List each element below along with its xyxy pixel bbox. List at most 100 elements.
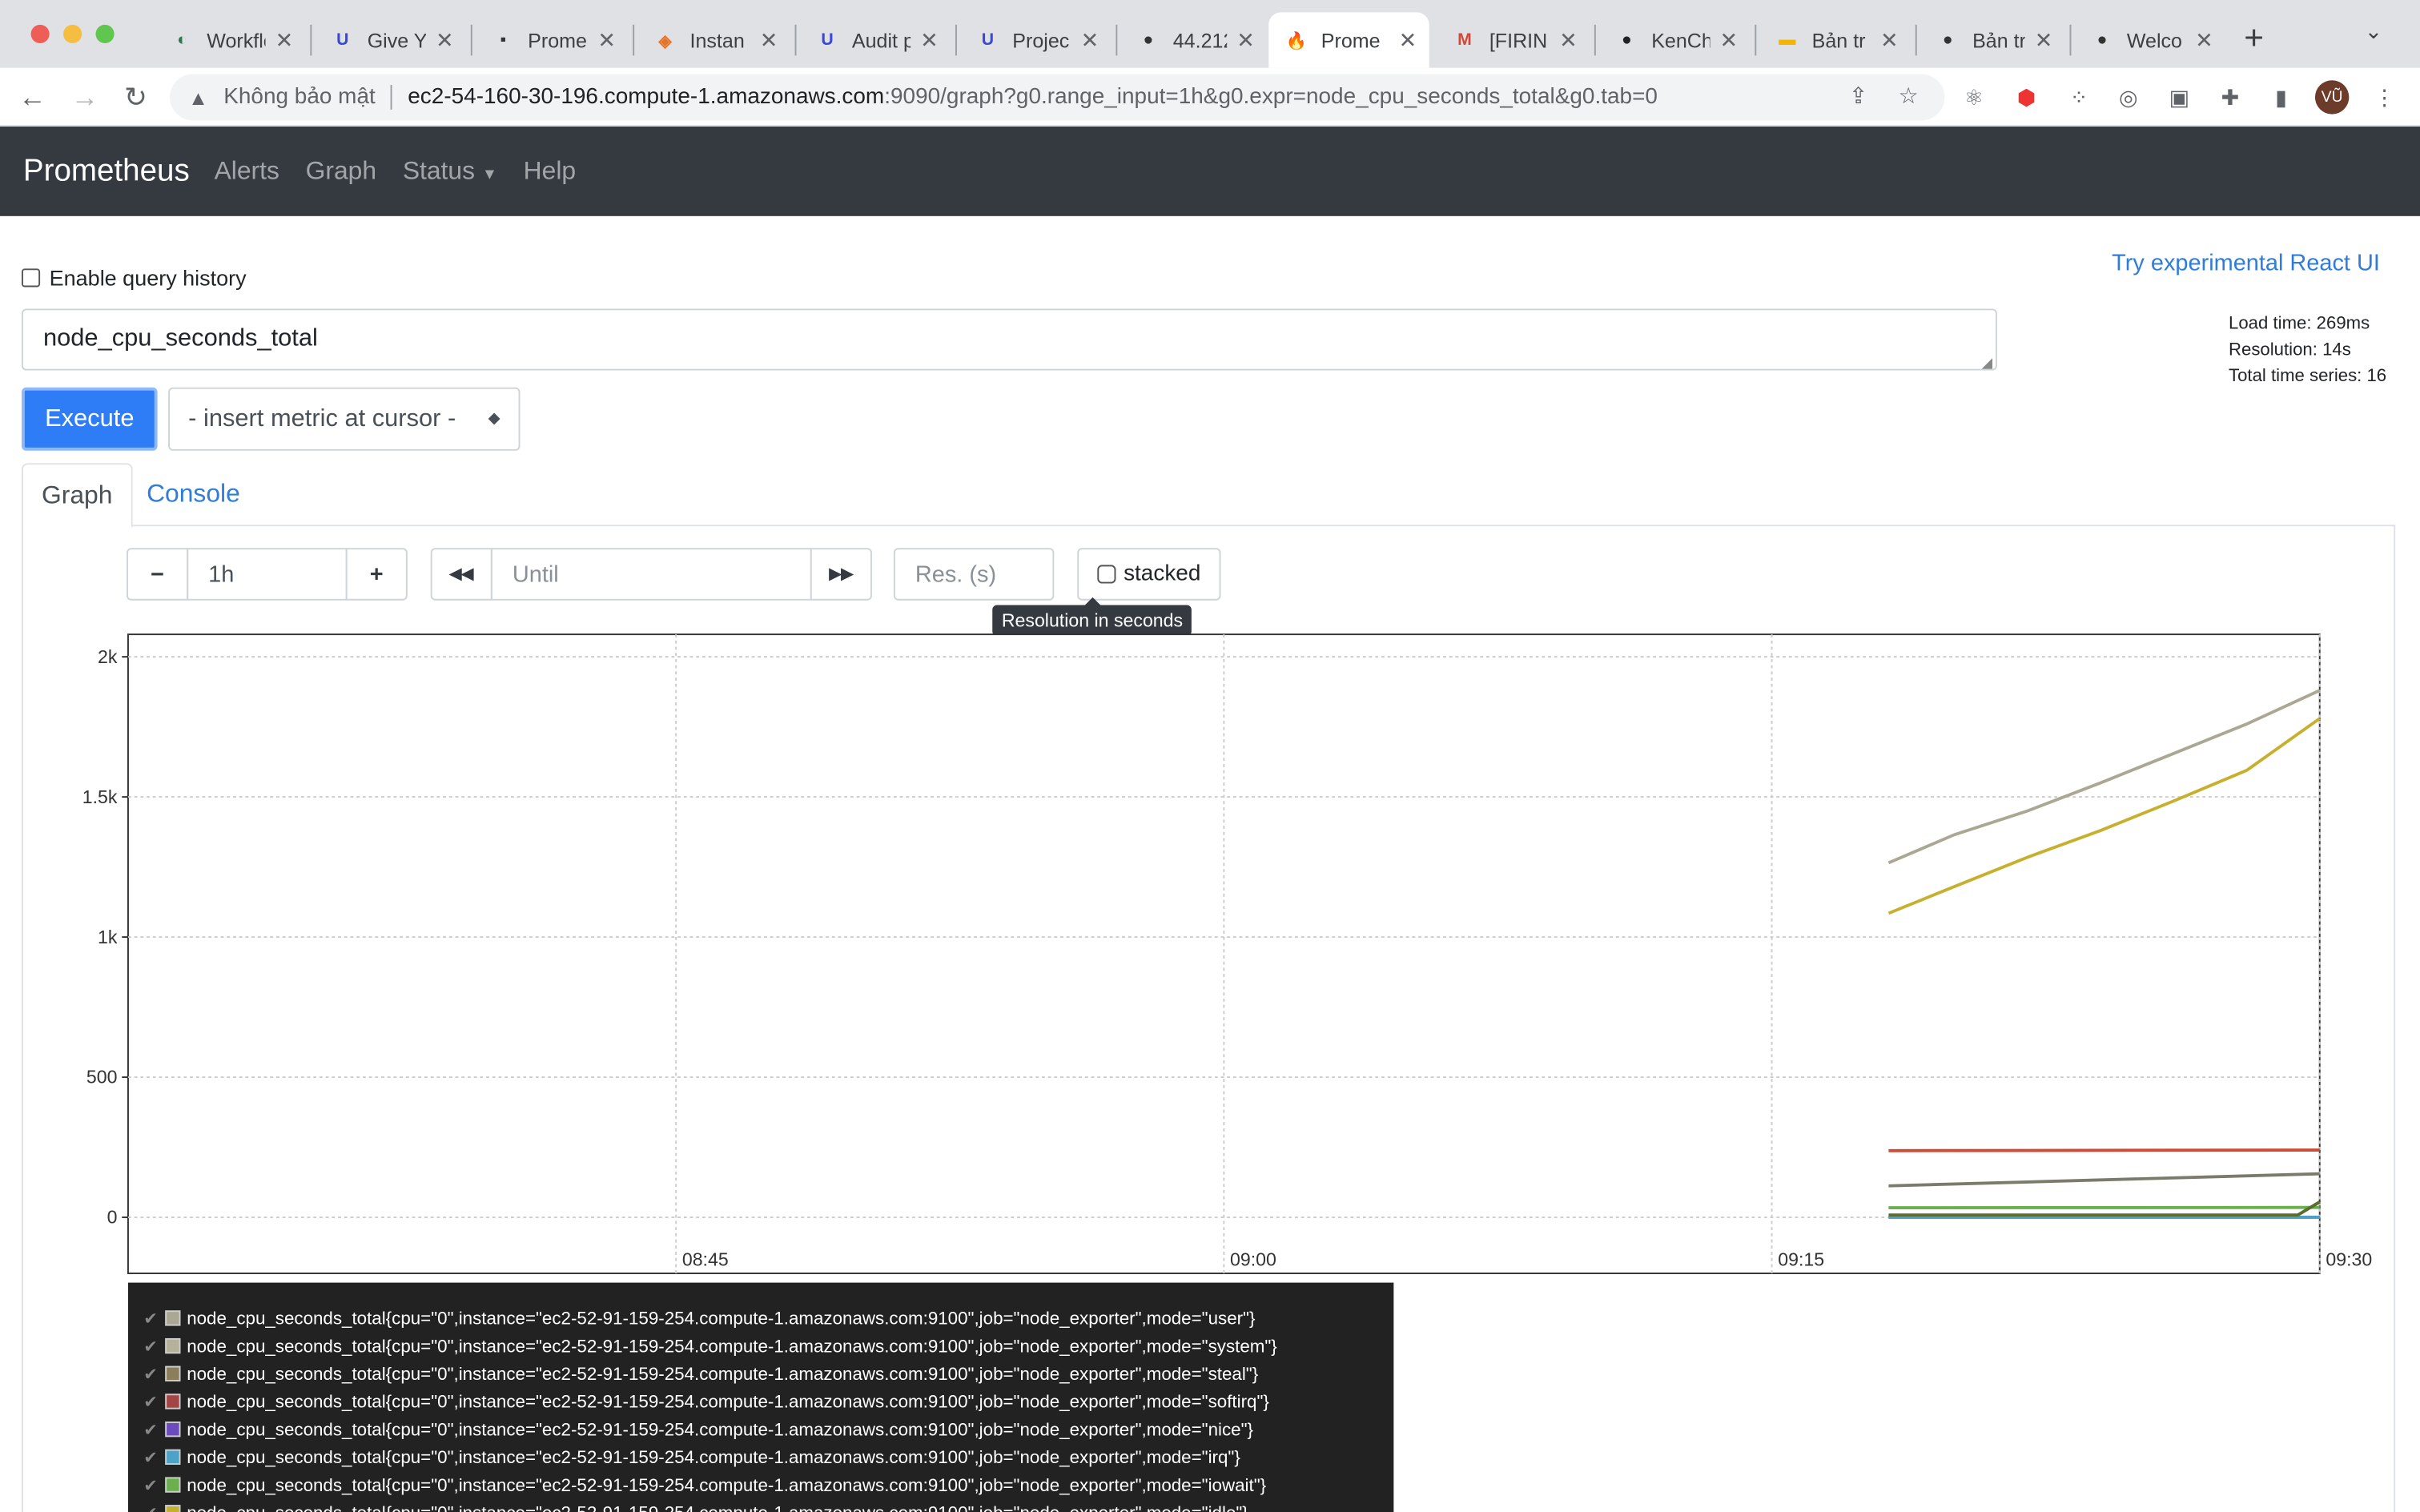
tab-console[interactable]: Console bbox=[128, 463, 259, 526]
close-tab-icon[interactable]: ✕ bbox=[275, 27, 294, 54]
react-ui-link[interactable]: Try experimental React UI bbox=[2112, 250, 2380, 276]
browser-tab[interactable]: 🔥 Prome ✕ bbox=[1268, 12, 1429, 68]
new-tab-button[interactable]: + bbox=[2244, 18, 2264, 58]
tab-separator bbox=[794, 24, 797, 56]
query-history-toggle[interactable]: Enable query history bbox=[21, 265, 247, 290]
close-tab-icon[interactable]: ✕ bbox=[1399, 27, 1417, 54]
legend-item[interactable]: ✔ node_cpu_seconds_total{cpu="0",instance… bbox=[143, 1471, 1393, 1499]
close-window-button[interactable] bbox=[30, 24, 50, 43]
udemy-icon: U bbox=[821, 30, 834, 50]
legend-item[interactable]: ✔ node_cpu_seconds_total{cpu="0",instance… bbox=[143, 1415, 1393, 1443]
range-input[interactable]: 1h bbox=[187, 548, 348, 601]
range-decrease-button[interactable]: − bbox=[127, 548, 189, 601]
browser-tab[interactable]: U Give Y ✕ bbox=[315, 12, 466, 67]
stacked-checkbox[interactable] bbox=[1097, 565, 1116, 584]
browser-tab-title: Prome bbox=[528, 28, 587, 52]
legend-swatch bbox=[165, 1477, 181, 1493]
legend-swatch bbox=[165, 1365, 181, 1381]
legend-item[interactable]: ✔ node_cpu_seconds_total{cpu="0",instance… bbox=[143, 1332, 1393, 1360]
browser-tab-title: Bản tr bbox=[1972, 28, 2026, 52]
close-tab-icon[interactable]: ✕ bbox=[2035, 27, 2053, 54]
browser-tab[interactable]: U Projec ✕ bbox=[960, 12, 1112, 67]
bookmark-star-icon[interactable]: ☆ bbox=[1899, 85, 1919, 110]
close-tab-icon[interactable]: ✕ bbox=[597, 27, 616, 54]
legend-item[interactable]: ✔ node_cpu_seconds_total{cpu="0",instance… bbox=[143, 1305, 1393, 1333]
stacked-toggle[interactable]: stacked bbox=[1077, 548, 1221, 601]
resize-handle-icon[interactable]: ◢ bbox=[1982, 355, 1992, 372]
browser-menu-icon[interactable]: ⋮ bbox=[2367, 80, 2401, 114]
browser-tab[interactable]: M [FIRIN ✕ bbox=[1437, 12, 1590, 67]
close-tab-icon[interactable]: ✕ bbox=[760, 27, 778, 54]
nav-status[interactable]: Status ▼ bbox=[403, 157, 497, 187]
range-increase-button[interactable]: + bbox=[345, 548, 408, 601]
close-tab-icon[interactable]: ✕ bbox=[1081, 27, 1099, 54]
close-tab-icon[interactable]: ✕ bbox=[1236, 27, 1255, 54]
back-arrow-icon[interactable]: ← bbox=[12, 77, 52, 117]
close-tab-icon[interactable]: ✕ bbox=[436, 27, 454, 54]
stacked-label: stacked bbox=[1124, 561, 1201, 587]
gmail-icon: M bbox=[1457, 30, 1472, 50]
browser-tab[interactable]: ● 44.212 ✕ bbox=[1120, 12, 1267, 67]
maximize-window-button[interactable] bbox=[95, 24, 115, 43]
omnibox-separator bbox=[391, 85, 392, 110]
address-bar[interactable]: ▲ Không bảo mật ec2-54-160-30-196.comput… bbox=[170, 74, 1945, 121]
close-tab-icon[interactable]: ✕ bbox=[1720, 27, 1739, 54]
legend-item[interactable]: ✔ node_cpu_seconds_total{cpu="0",instance… bbox=[143, 1498, 1393, 1512]
legend-label: node_cpu_seconds_total{cpu="0",instance=… bbox=[187, 1308, 1256, 1329]
total-series: Total time series: 16 bbox=[2229, 367, 2387, 386]
url-host: ec2-54-160-30-196.compute-1.amazonaws.co… bbox=[408, 85, 885, 110]
browser-tab[interactable]: ◐ Workflo ✕ bbox=[155, 12, 306, 67]
legend-label: node_cpu_seconds_total{cpu="0",instance=… bbox=[187, 1446, 1240, 1467]
picture-in-picture-icon[interactable]: ▣ bbox=[2162, 80, 2196, 114]
browser-tab[interactable]: ▪ Prome ✕ bbox=[476, 12, 629, 67]
execute-button[interactable]: Execute bbox=[21, 387, 158, 451]
legend-item[interactable]: ✔ node_cpu_seconds_total{cpu="0",instance… bbox=[143, 1360, 1393, 1388]
browser-tab[interactable]: ● Bản tr ✕ bbox=[1920, 12, 2065, 67]
browser-tab[interactable]: U Audit p ✕ bbox=[799, 12, 951, 67]
until-input[interactable]: Until bbox=[490, 548, 812, 601]
side-panel-icon[interactable]: ▮ bbox=[2264, 80, 2297, 114]
browser-tab[interactable]: ● Welco ✕ bbox=[2074, 12, 2225, 67]
legend-label: node_cpu_seconds_total{cpu="0",instance=… bbox=[187, 1419, 1253, 1440]
query-history-checkbox[interactable] bbox=[21, 268, 41, 288]
resolution-input[interactable]: Res. (s) bbox=[893, 548, 1055, 601]
nav-graph[interactable]: Graph bbox=[306, 157, 376, 187]
adblock-icon[interactable]: ⬢ bbox=[2009, 80, 2043, 114]
forward-arrow-icon[interactable]: → bbox=[65, 77, 105, 117]
load-time: Load time: 269ms bbox=[2229, 315, 2370, 334]
nav-help[interactable]: Help bbox=[524, 157, 576, 187]
browser-tab[interactable]: ● KenCh ✕ bbox=[1599, 12, 1751, 67]
close-tab-icon[interactable]: ✕ bbox=[920, 27, 939, 54]
plot-area bbox=[127, 633, 2321, 1274]
time-forward-button[interactable]: ▶▶ bbox=[810, 548, 872, 601]
code-extension-icon[interactable]: ◎ bbox=[2112, 80, 2145, 114]
close-tab-icon[interactable]: ✕ bbox=[2195, 27, 2213, 54]
brand-logo-text[interactable]: Prometheus bbox=[23, 154, 190, 189]
minimize-window-button[interactable] bbox=[63, 24, 82, 43]
y-tick-label: 1k bbox=[98, 927, 118, 947]
legend-swatch bbox=[165, 1422, 181, 1438]
insert-metric-select[interactable]: - insert metric at cursor - ◆ bbox=[168, 387, 521, 451]
time-back-button[interactable]: ◀◀ bbox=[430, 548, 492, 601]
legend-item[interactable]: ✔ node_cpu_seconds_total{cpu="0",instance… bbox=[143, 1388, 1393, 1416]
prometheus-icon: 🔥 bbox=[1285, 31, 1308, 50]
share-icon[interactable]: ⇪ bbox=[1849, 85, 1867, 110]
select-caret-icon: ◆ bbox=[488, 410, 500, 428]
browser-tab-strip: ◐ Workflo ✕ U Give Y ✕ ▪ Prome ✕ ◈ Instan ✕ U Audit p… bbox=[0, 0, 2420, 68]
nav-alerts[interactable]: Alerts bbox=[215, 157, 279, 187]
close-tab-icon[interactable]: ✕ bbox=[1559, 27, 1578, 54]
tab-graph[interactable]: Graph bbox=[21, 463, 133, 529]
react-devtools-icon[interactable]: ⚛ bbox=[1957, 80, 1991, 114]
browser-tab[interactable]: ▬ Bản tr ✕ bbox=[1759, 12, 1911, 67]
profile-avatar[interactable]: VŨ bbox=[2314, 80, 2350, 115]
tab-search-chevron-icon[interactable]: ⌄ bbox=[2365, 18, 2383, 45]
check-icon: ✔ bbox=[143, 1502, 165, 1512]
reload-icon[interactable]: ↻ bbox=[116, 77, 156, 117]
browser-tab[interactable]: ◈ Instan ✕ bbox=[637, 12, 790, 67]
extensions-puzzle-icon[interactable]: ✚ bbox=[2213, 80, 2247, 114]
extension-dots-icon[interactable]: ⁘ bbox=[2062, 80, 2096, 114]
close-tab-icon[interactable]: ✕ bbox=[1880, 27, 1899, 54]
expression-input[interactable]: node_cpu_seconds_total bbox=[21, 308, 1997, 371]
y-tick-label: 0 bbox=[107, 1207, 118, 1228]
legend-item[interactable]: ✔ node_cpu_seconds_total{cpu="0",instance… bbox=[143, 1443, 1393, 1471]
